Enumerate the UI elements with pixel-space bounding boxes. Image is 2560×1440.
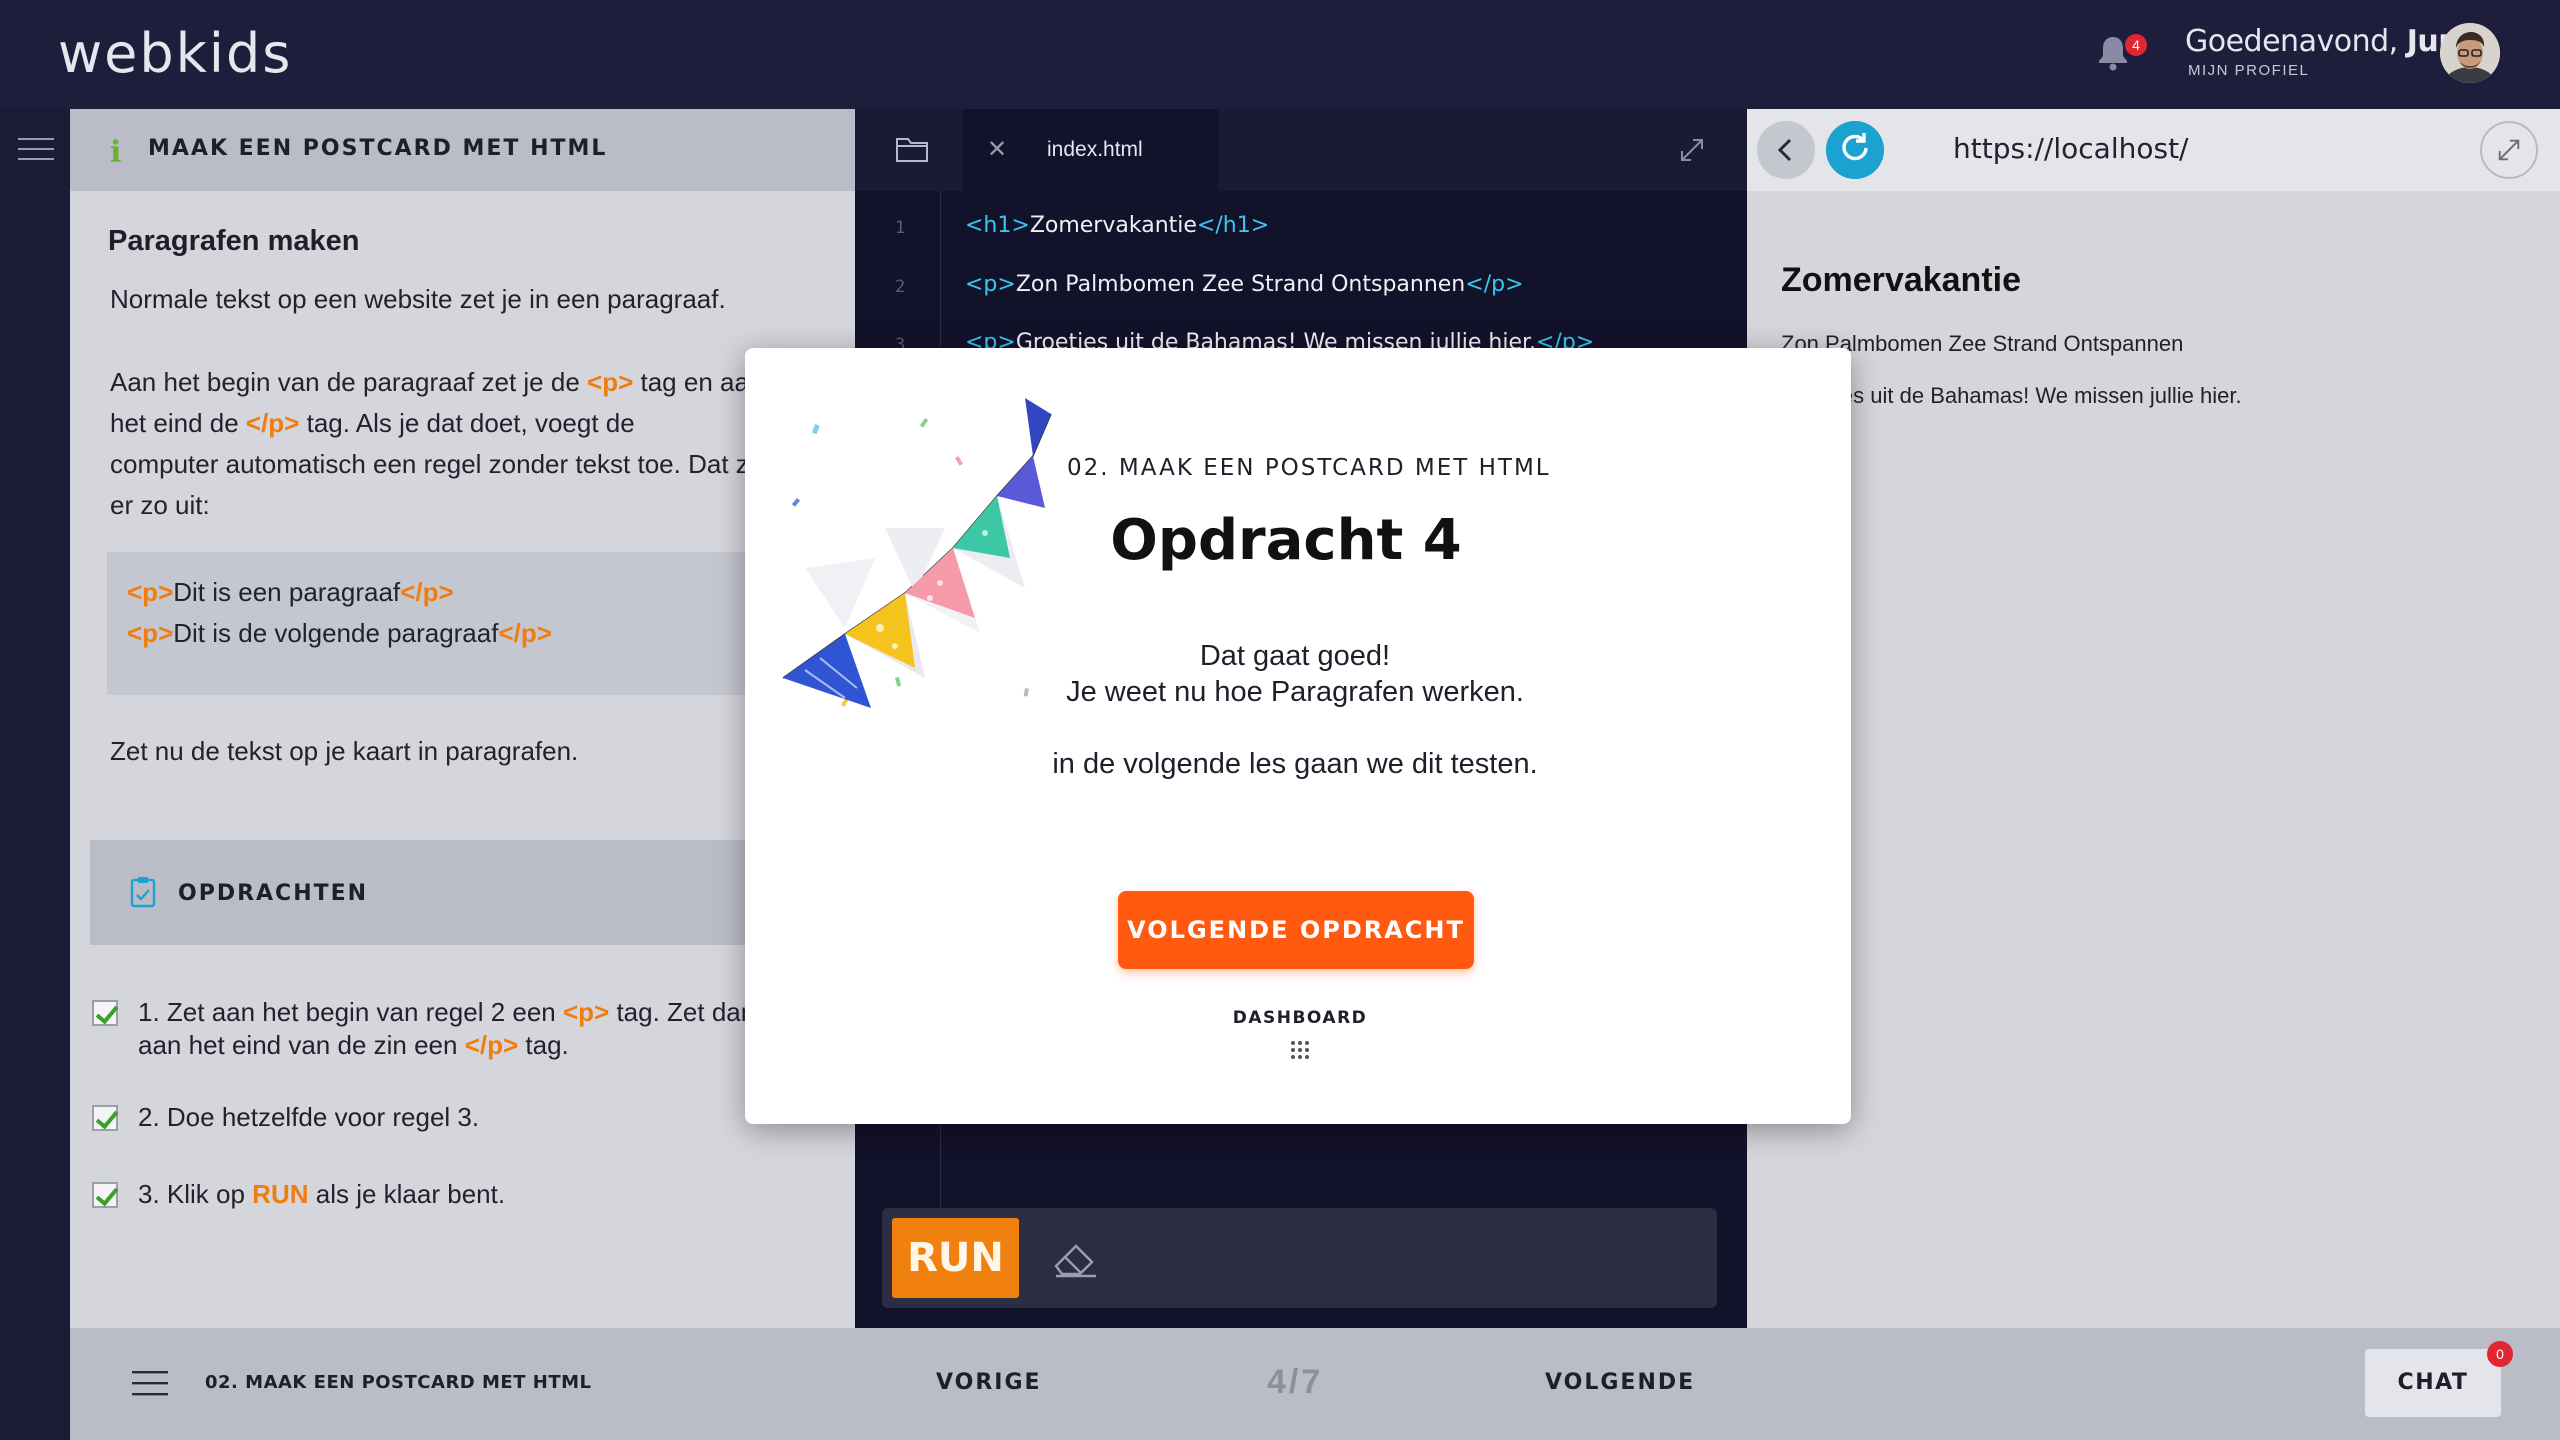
eraser-icon[interactable]: [1052, 1236, 1100, 1280]
success-modal: 02. MAAK EEN POSTCARD MET HTML Opdracht …: [745, 348, 1851, 1124]
info-icon: i: [110, 135, 122, 170]
dashboard-link[interactable]: DASHBOARD: [745, 1008, 1855, 1028]
folder-icon[interactable]: [895, 135, 929, 163]
file-tab-label: index.html: [1047, 138, 1143, 161]
line-number: 2: [895, 277, 906, 297]
progress-counter: 4/7: [1267, 1363, 1324, 1401]
editor-header: ✕ index.html: [855, 109, 1747, 191]
expand-icon[interactable]: [2480, 121, 2538, 179]
next-button[interactable]: VOLGENDE: [1545, 1370, 1695, 1395]
preview-panel: https://localhost/ Zomervakantie Zon Pal…: [1747, 109, 2560, 1328]
paragraph-explanation: Aan het begin van de paragraaf zet je de…: [110, 367, 777, 520]
grid-dots-icon[interactable]: [1290, 1040, 1310, 1060]
modal-message: in de volgende les gaan we dit testen.: [1052, 748, 1538, 780]
hamburger-menu-icon[interactable]: [132, 1370, 168, 1396]
hamburger-menu-icon[interactable]: [18, 137, 54, 161]
chat-badge: 0: [2487, 1341, 2513, 1367]
chat-button[interactable]: CHAT: [2365, 1349, 2501, 1417]
greeting: Goedenavond, Jun: [2185, 24, 2460, 59]
url-bar[interactable]: https://localhost/: [1953, 132, 2188, 165]
paragraph-instruction: Zet nu de tekst op je kaart in paragrafe…: [110, 736, 579, 766]
app-logo[interactable]: webkids: [58, 22, 292, 85]
paragraph-intro: Normale tekst op een website zet je in e…: [110, 284, 726, 314]
left-rail: [0, 109, 70, 1440]
bottom-bar: 02. MAAK EEN POSTCARD MET HTML VORIGE 4/…: [70, 1328, 2560, 1440]
tasks-header[interactable]: OPDRACHTEN: [90, 840, 855, 945]
checkbox-checked[interactable]: [92, 1000, 118, 1026]
modal-message: Je weet nu hoe Paragrafen werken.: [1066, 676, 1524, 708]
tasks-label: OPDRACHTEN: [178, 881, 369, 906]
preview-header: https://localhost/: [1747, 109, 2560, 191]
code-line[interactable]: <h1>Zomervakantie</h1>: [965, 213, 1269, 238]
code-line[interactable]: <p>Zon Palmbomen Zee Strand Ontspannen</…: [965, 272, 1524, 297]
modal-subtitle: 02. MAAK EEN POSTCARD MET HTML: [1067, 455, 1551, 481]
modal-title: Opdracht 4: [1110, 508, 1462, 573]
checkbox-checked[interactable]: [92, 1182, 118, 1208]
notification-badge: 4: [2125, 34, 2147, 56]
section-heading: Paragrafen maken: [108, 225, 360, 257]
run-button[interactable]: RUN: [892, 1218, 1019, 1298]
clipboard-icon: [130, 877, 156, 908]
expand-icon[interactable]: [1678, 136, 1706, 164]
lesson-title: MAAK EEN POSTCARD MET HTML: [148, 136, 608, 161]
refresh-icon[interactable]: [1826, 121, 1884, 179]
editor-toolbar: RUN: [882, 1208, 1717, 1308]
line-number: 1: [895, 218, 906, 238]
user-avatar[interactable]: [2440, 23, 2500, 83]
course-title: 02. MAAK EEN POSTCARD MET HTML: [205, 1372, 592, 1393]
checkbox-checked[interactable]: [92, 1105, 118, 1131]
next-assignment-button[interactable]: VOLGENDE OPDRACHT: [1118, 891, 1474, 969]
my-profile-link[interactable]: MIJN PROFIEL: [2188, 62, 2309, 79]
code-example: <p>Dit is een paragraaf</p> <p>Dit is de…: [107, 552, 855, 695]
modal-message: Dat gaat goed!: [1199, 640, 1391, 672]
back-arrow-icon[interactable]: [1757, 121, 1815, 179]
previous-button[interactable]: VORIGE: [936, 1370, 1042, 1395]
file-tab[interactable]: ✕ index.html: [963, 109, 1218, 191]
preview-heading: Zomervakantie: [1781, 261, 2021, 299]
instructions-panel: i MAAK EEN POSTCARD MET HTML Paragrafen …: [70, 109, 855, 1328]
code-example-line: <p>Dit is de volgende paragraaf</p>: [127, 618, 552, 648]
top-bar: webkids 4 Goedenavond, Jun MIJN PROFIEL: [0, 0, 2560, 109]
code-example-line: <p>Dit is een paragraaf</p>: [127, 577, 454, 607]
close-icon[interactable]: ✕: [987, 135, 1007, 164]
instructions-header: i MAAK EEN POSTCARD MET HTML: [70, 109, 855, 191]
